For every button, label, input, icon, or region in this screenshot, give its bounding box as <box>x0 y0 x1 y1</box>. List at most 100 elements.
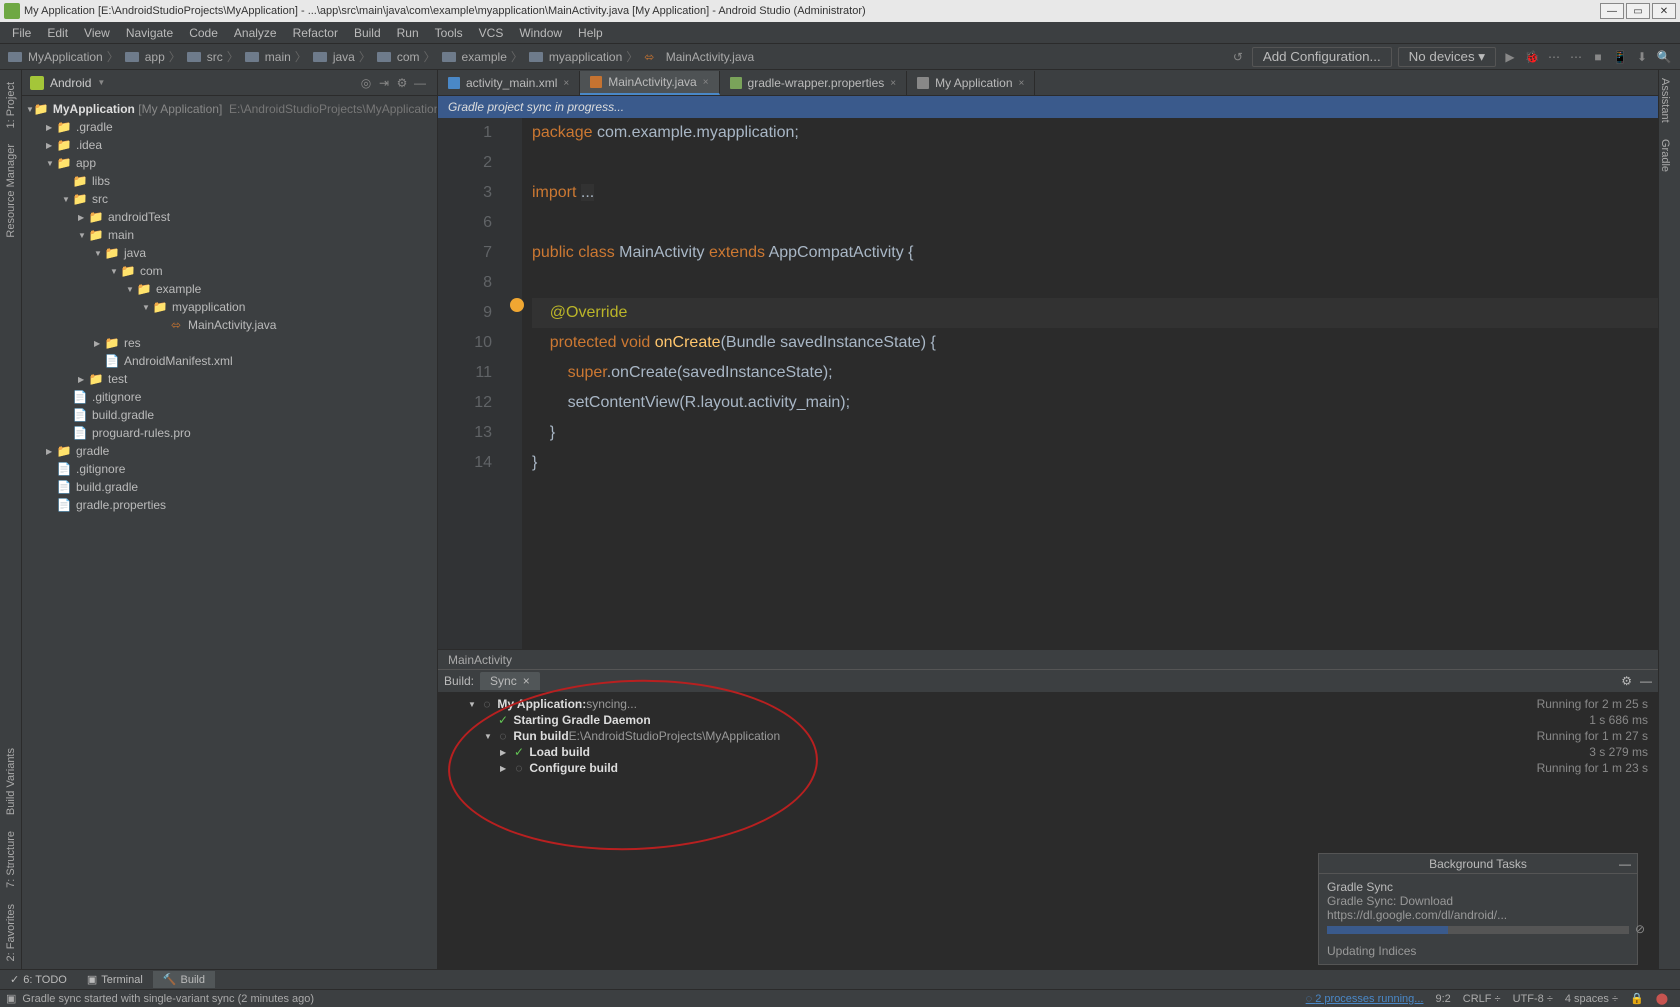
build-row[interactable]: ▶✓ Load build <box>468 744 780 760</box>
tab-my-application[interactable]: My Application× <box>907 71 1035 95</box>
build-row[interactable]: ▼◌ My Application: syncing... <box>468 696 780 712</box>
crumb-6[interactable]: example〉 <box>440 48 525 65</box>
status-lock-icon[interactable]: 🔒 <box>1624 992 1650 1005</box>
run-icon[interactable]: ▶ <box>1500 47 1520 67</box>
crumb-7[interactable]: myapplication〉 <box>527 48 640 65</box>
tree-root[interactable]: ▼📁MyApplication [My Application] E:\Andr… <box>22 100 437 118</box>
build-tree[interactable]: ▼◌ My Application: syncing... ✓ Starting… <box>468 696 780 965</box>
menu-edit[interactable]: Edit <box>39 24 76 42</box>
tree-item[interactable]: ▼📁myapplication <box>22 298 437 316</box>
gutter-favorites[interactable]: 2: Favorites <box>5 896 17 969</box>
menu-build[interactable]: Build <box>346 24 389 42</box>
gutter-build-variants[interactable]: Build Variants <box>5 740 17 823</box>
tree-item[interactable]: ▼📁com <box>22 262 437 280</box>
crumb-5[interactable]: com〉 <box>375 48 438 65</box>
collapse-icon[interactable]: ⇥ <box>375 76 393 90</box>
code-editor[interactable]: 12367891011121314 package com.example.my… <box>438 118 1658 649</box>
tree-item[interactable]: 📄build.gradle <box>22 406 437 424</box>
minimize-icon[interactable]: — <box>1619 854 1631 874</box>
gutter-project[interactable]: 1: Project <box>5 74 17 136</box>
debug-icon[interactable]: 🐞 <box>1522 47 1542 67</box>
close-icon[interactable]: × <box>1019 78 1025 89</box>
bottom-build[interactable]: 🔨 Build <box>153 971 215 988</box>
tree-item[interactable]: 📄AndroidManifest.xml <box>22 352 437 370</box>
project-tree[interactable]: ▼📁MyApplication [My Application] E:\Andr… <box>22 96 437 969</box>
gear-icon[interactable]: ⚙ <box>1621 674 1632 688</box>
tree-item[interactable]: ▼📁app <box>22 154 437 172</box>
maximize-button[interactable]: ▭ <box>1626 3 1650 19</box>
profile-icon[interactable]: ⋯ <box>1544 47 1564 67</box>
menu-view[interactable]: View <box>76 24 118 42</box>
menu-file[interactable]: File <box>4 24 39 42</box>
menu-tools[interactable]: Tools <box>427 24 471 42</box>
editor-breadcrumb[interactable]: MainActivity <box>438 649 1658 669</box>
minimize-button[interactable]: — <box>1600 3 1624 19</box>
menu-window[interactable]: Window <box>511 24 570 42</box>
tree-item[interactable]: ▶📁test <box>22 370 437 388</box>
tree-item[interactable]: ▶📁gradle <box>22 442 437 460</box>
tree-item[interactable]: ▶📁res <box>22 334 437 352</box>
status-line-ending[interactable]: CRLF ÷ <box>1457 993 1507 1005</box>
tree-item[interactable]: ▼📁example <box>22 280 437 298</box>
device-selector[interactable]: No devices ▾ <box>1398 47 1496 67</box>
tab-gradle-wrapper[interactable]: gradle-wrapper.properties× <box>720 71 908 95</box>
menu-refactor[interactable]: Refactor <box>285 24 346 42</box>
status-cursor-pos[interactable]: 9:2 <box>1429 993 1456 1005</box>
hide-panel-icon[interactable]: — <box>1640 674 1652 688</box>
status-warning-icon[interactable]: ⬤ <box>1650 992 1674 1005</box>
cancel-icon[interactable]: ⊘ <box>1635 922 1645 936</box>
close-icon[interactable]: × <box>703 77 709 88</box>
gutter-structure[interactable]: 7: Structure <box>5 823 17 896</box>
close-icon[interactable]: × <box>890 78 896 89</box>
build-tab-sync[interactable]: Sync× <box>480 672 540 690</box>
close-icon[interactable]: × <box>523 674 530 688</box>
tree-item[interactable]: 📄gradle.properties <box>22 496 437 514</box>
crumb-2[interactable]: src〉 <box>185 48 241 65</box>
add-configuration-button[interactable]: Add Configuration... <box>1252 47 1392 67</box>
crumb-4[interactable]: java〉 <box>311 48 373 65</box>
gutter-resource-manager[interactable]: Resource Manager <box>5 136 17 246</box>
tree-item[interactable]: ▼📁java <box>22 244 437 262</box>
status-encoding[interactable]: UTF-8 ÷ <box>1507 993 1559 1005</box>
tree-item[interactable]: 📄.gitignore <box>22 388 437 406</box>
gutter-gradle[interactable]: Gradle <box>1659 131 1671 180</box>
build-row[interactable]: ✓ Starting Gradle Daemon <box>468 712 780 728</box>
tree-item[interactable]: 📄.gitignore <box>22 460 437 478</box>
project-view-selector[interactable]: Android <box>50 76 91 90</box>
attach-icon[interactable]: ⋯ <box>1566 47 1586 67</box>
search-icon[interactable]: 🔍 <box>1654 47 1674 67</box>
close-icon[interactable]: × <box>563 78 569 89</box>
hide-panel-icon[interactable]: — <box>411 76 429 90</box>
tab-mainactivity[interactable]: MainActivity.java× <box>580 71 719 95</box>
crumb-3[interactable]: main〉 <box>243 48 309 65</box>
build-row[interactable]: ▼◌ Run build E:\AndroidStudioProjects\My… <box>468 728 780 744</box>
tree-item[interactable]: 📄build.gradle <box>22 478 437 496</box>
chevron-down-icon[interactable]: ▼ <box>97 78 105 87</box>
tree-item[interactable]: 📄proguard-rules.pro <box>22 424 437 442</box>
menu-run[interactable]: Run <box>389 24 427 42</box>
close-button[interactable]: ✕ <box>1652 3 1676 19</box>
gutter-assistant[interactable]: Assistant <box>1659 70 1671 131</box>
tree-item[interactable]: 📁libs <box>22 172 437 190</box>
gear-icon[interactable]: ⚙ <box>393 76 411 90</box>
sdk-icon[interactable]: ⬇ <box>1632 47 1652 67</box>
menu-navigate[interactable]: Navigate <box>118 24 181 42</box>
crumb-8[interactable]: ⬄ MainActivity.java <box>642 50 756 64</box>
tree-item[interactable]: ▶📁androidTest <box>22 208 437 226</box>
tree-item[interactable]: ▶📁.gradle <box>22 118 437 136</box>
menu-vcs[interactable]: VCS <box>471 24 512 42</box>
menu-help[interactable]: Help <box>570 24 611 42</box>
bottom-terminal[interactable]: ▣ Terminal <box>77 971 153 988</box>
target-icon[interactable]: ◎ <box>357 76 375 90</box>
tree-item[interactable]: ▶📁.idea <box>22 136 437 154</box>
tree-item[interactable]: ⬄MainActivity.java <box>22 316 437 334</box>
tree-item[interactable]: ▼📁src <box>22 190 437 208</box>
menu-analyze[interactable]: Analyze <box>226 24 285 42</box>
build-row[interactable]: ▶◌ Configure build <box>468 760 780 776</box>
crumb-0[interactable]: MyApplication〉 <box>6 48 121 65</box>
tab-activity-main[interactable]: activity_main.xml× <box>438 71 580 95</box>
avd-icon[interactable]: 📱 <box>1610 47 1630 67</box>
status-processes[interactable]: ◌ 2 processes running... <box>1300 993 1430 1005</box>
stop-icon[interactable]: ■ <box>1588 47 1608 67</box>
status-indent[interactable]: 4 spaces ÷ <box>1559 993 1624 1005</box>
